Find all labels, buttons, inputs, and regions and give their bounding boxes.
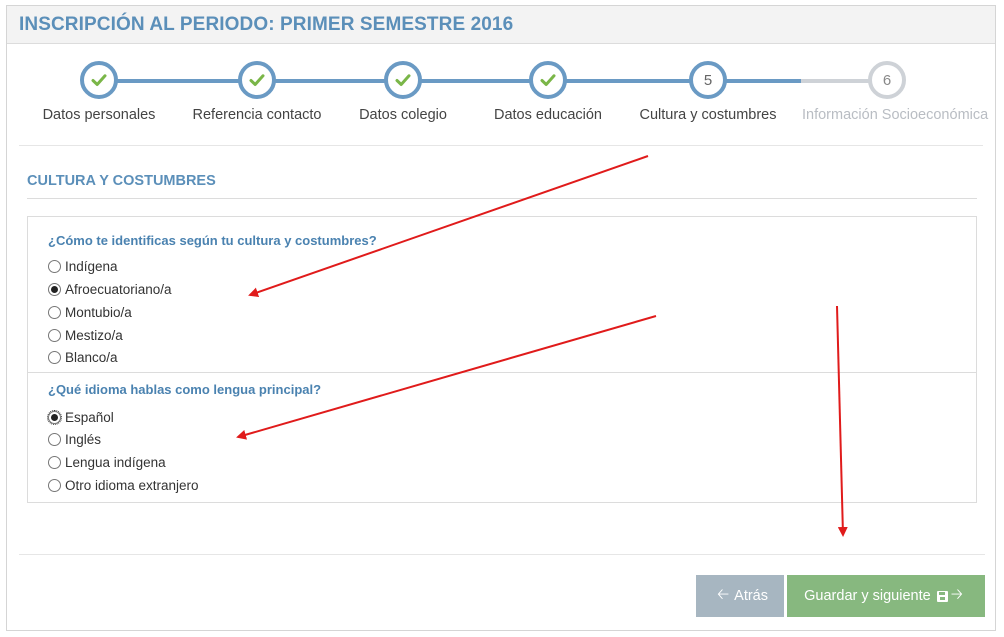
option-lengua-indigena[interactable]: Lengua indígena <box>48 455 166 470</box>
question-title: ¿Cómo te identificas según tu cultura y … <box>48 233 377 248</box>
option-blanco[interactable]: Blanco/a <box>48 350 118 365</box>
arrow-left-icon: 🡠 <box>717 585 730 603</box>
option-label: Afroecuatoriano/a <box>65 282 172 297</box>
option-espanol[interactable]: Español <box>47 410 114 425</box>
radio-button[interactable] <box>48 456 61 469</box>
option-label: Indígena <box>65 259 118 274</box>
floppy-disk-icon <box>936 590 948 602</box>
radio-button[interactable] <box>48 260 61 273</box>
radio-button-selected[interactable] <box>47 410 62 425</box>
check-icon <box>238 61 276 99</box>
section-title: CULTURA Y COSTUMBRES <box>27 173 216 189</box>
check-icon <box>384 61 422 99</box>
radio-button[interactable] <box>48 351 61 364</box>
radio-button[interactable] <box>48 306 61 319</box>
option-label: Lengua indígena <box>65 455 166 470</box>
radio-button[interactable] <box>48 479 61 492</box>
question-culture: ¿Cómo te identificas según tu cultura y … <box>28 217 976 372</box>
option-label: Inglés <box>65 432 102 447</box>
option-montubio[interactable]: Montubio/a <box>48 305 132 320</box>
arrow-right-icon: 🡢 <box>950 585 963 603</box>
back-button-label: Atrás <box>734 588 768 604</box>
option-label: Mestizo/a <box>65 328 123 343</box>
save-and-next-button[interactable]: Guardar y siguiente 🡢 <box>787 575 985 617</box>
question-language: ¿Qué idioma hablas como lengua principal… <box>28 372 976 503</box>
wizard-step-label: Datos educación <box>493 107 602 123</box>
enrollment-panel: INSCRIPCIÓN AL PERIODO: PRIMER SEMESTRE … <box>6 5 996 631</box>
step-number-badge: 6 <box>868 61 906 99</box>
section-divider <box>27 198 977 199</box>
radio-button[interactable] <box>48 433 61 446</box>
wizard-step-label: Datos personales <box>42 107 156 123</box>
option-otro-idioma[interactable]: Otro idioma extranjero <box>48 478 199 493</box>
question-title: ¿Qué idioma hablas como lengua principal… <box>48 382 322 397</box>
panel-header: INSCRIPCIÓN AL PERIODO: PRIMER SEMESTRE … <box>7 6 995 44</box>
step-number-badge: 5 <box>689 61 727 99</box>
radio-button-selected[interactable] <box>48 283 61 296</box>
option-afroecuatoriano[interactable]: Afroecuatoriano/a <box>48 282 172 297</box>
option-label: Otro idioma extranjero <box>65 478 199 493</box>
radio-button[interactable] <box>48 329 61 342</box>
save-button-label: Guardar y siguiente <box>804 588 931 604</box>
footer-divider <box>19 554 985 555</box>
option-label: Español <box>65 410 114 425</box>
back-button[interactable]: 🡠 Atrás <box>696 575 784 617</box>
option-mestizo[interactable]: Mestizo/a <box>48 328 123 343</box>
option-indigena[interactable]: Indígena <box>48 259 118 274</box>
wizard-step-label: Información Socioeconómica <box>802 107 989 123</box>
check-icon <box>80 61 118 99</box>
wizard-step-label: Referencia contacto <box>192 107 322 123</box>
page-title: INSCRIPCIÓN AL PERIODO: PRIMER SEMESTRE … <box>19 14 514 35</box>
questions-box: ¿Cómo te identificas según tu cultura y … <box>27 216 977 503</box>
option-ingles[interactable]: Inglés <box>48 432 101 447</box>
check-icon <box>529 61 567 99</box>
option-label: Blanco/a <box>65 350 118 365</box>
option-label: Montubio/a <box>65 305 132 320</box>
wizard-step-label: Cultura y costumbres <box>639 107 777 123</box>
step-wizard: Datos personales Referencia contacto Dat… <box>19 44 989 146</box>
